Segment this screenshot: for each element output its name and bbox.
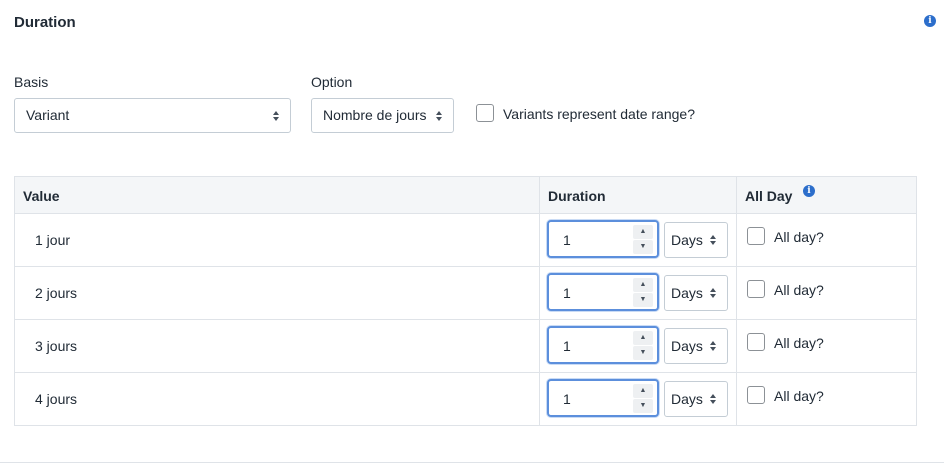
basis-select-value: Variant	[26, 107, 70, 123]
duration-unit-value: Days	[671, 338, 703, 354]
duration-unit-select[interactable]: Days	[664, 381, 728, 417]
all-day-checkbox[interactable]	[747, 227, 765, 245]
decrement-icon[interactable]: ▼	[633, 399, 653, 413]
info-icon[interactable]: i	[924, 15, 936, 27]
all-day-label: All day?	[774, 229, 824, 245]
date-range-label: Variants represent date range?	[503, 106, 695, 122]
duration-input-value: 1	[563, 338, 571, 354]
duration-unit-value: Days	[671, 285, 703, 301]
basis-select[interactable]: Variant	[14, 98, 291, 133]
all-day-checkbox[interactable]	[747, 333, 765, 351]
row-value: 3 jours	[35, 338, 78, 354]
duration-input-value: 1	[563, 391, 571, 407]
decrement-icon[interactable]: ▼	[633, 293, 653, 307]
duration-unit-select[interactable]: Days	[664, 328, 728, 364]
header-value: Value	[23, 188, 60, 204]
all-day-checkbox[interactable]	[747, 386, 765, 404]
date-range-checkbox[interactable]	[476, 104, 494, 122]
increment-icon[interactable]: ▲	[633, 331, 653, 345]
select-arrows-icon	[272, 110, 280, 122]
header-all-day: All Day	[745, 188, 793, 204]
decrement-icon[interactable]: ▼	[633, 346, 653, 360]
all-day-label: All day?	[774, 388, 824, 404]
option-select-value: Nombre de jours	[323, 107, 427, 123]
duration-input[interactable]: 1 ▲ ▼	[547, 379, 659, 417]
row-value: 4 jours	[35, 391, 78, 407]
increment-icon[interactable]: ▲	[633, 225, 653, 239]
header-duration: Duration	[548, 188, 606, 204]
duration-unit-select[interactable]: Days	[664, 222, 728, 258]
increment-icon[interactable]: ▲	[633, 384, 653, 398]
table-row: 3 jours 1 ▲ ▼ Days All day?	[15, 320, 916, 373]
table-row: 2 jours 1 ▲ ▼ Days All day?	[15, 267, 916, 320]
all-day-info-icon[interactable]: i	[803, 185, 815, 197]
duration-unit-value: Days	[671, 391, 703, 407]
select-arrows-icon	[709, 287, 717, 299]
duration-table: Value Duration All Day i 1 jour 1 ▲ ▼ Da…	[14, 176, 917, 426]
duration-input-value: 1	[563, 285, 571, 301]
all-day-label: All day?	[774, 282, 824, 298]
all-day-label: All day?	[774, 335, 824, 351]
option-select[interactable]: Nombre de jours	[311, 98, 454, 133]
duration-unit-value: Days	[671, 232, 703, 248]
section-divider	[0, 462, 944, 463]
basis-label: Basis	[14, 74, 49, 90]
duration-unit-select[interactable]: Days	[664, 275, 728, 311]
duration-input[interactable]: 1 ▲ ▼	[547, 326, 659, 364]
select-arrows-icon	[709, 234, 717, 246]
select-arrows-icon	[709, 393, 717, 405]
table-row: 1 jour 1 ▲ ▼ Days All day?	[15, 214, 916, 267]
increment-icon[interactable]: ▲	[633, 278, 653, 292]
row-value: 2 jours	[35, 285, 78, 301]
table-header: Value Duration All Day i	[15, 177, 916, 214]
select-arrows-icon	[435, 110, 443, 122]
section-title: Duration	[14, 14, 76, 31]
decrement-icon[interactable]: ▼	[633, 240, 653, 254]
duration-input[interactable]: 1 ▲ ▼	[547, 273, 659, 311]
select-arrows-icon	[709, 340, 717, 352]
all-day-checkbox[interactable]	[747, 280, 765, 298]
duration-input[interactable]: 1 ▲ ▼	[547, 220, 659, 258]
row-value: 1 jour	[35, 232, 71, 248]
table-row: 4 jours 1 ▲ ▼ Days All day?	[15, 373, 916, 426]
duration-input-value: 1	[563, 232, 571, 248]
option-label: Option	[311, 74, 353, 90]
